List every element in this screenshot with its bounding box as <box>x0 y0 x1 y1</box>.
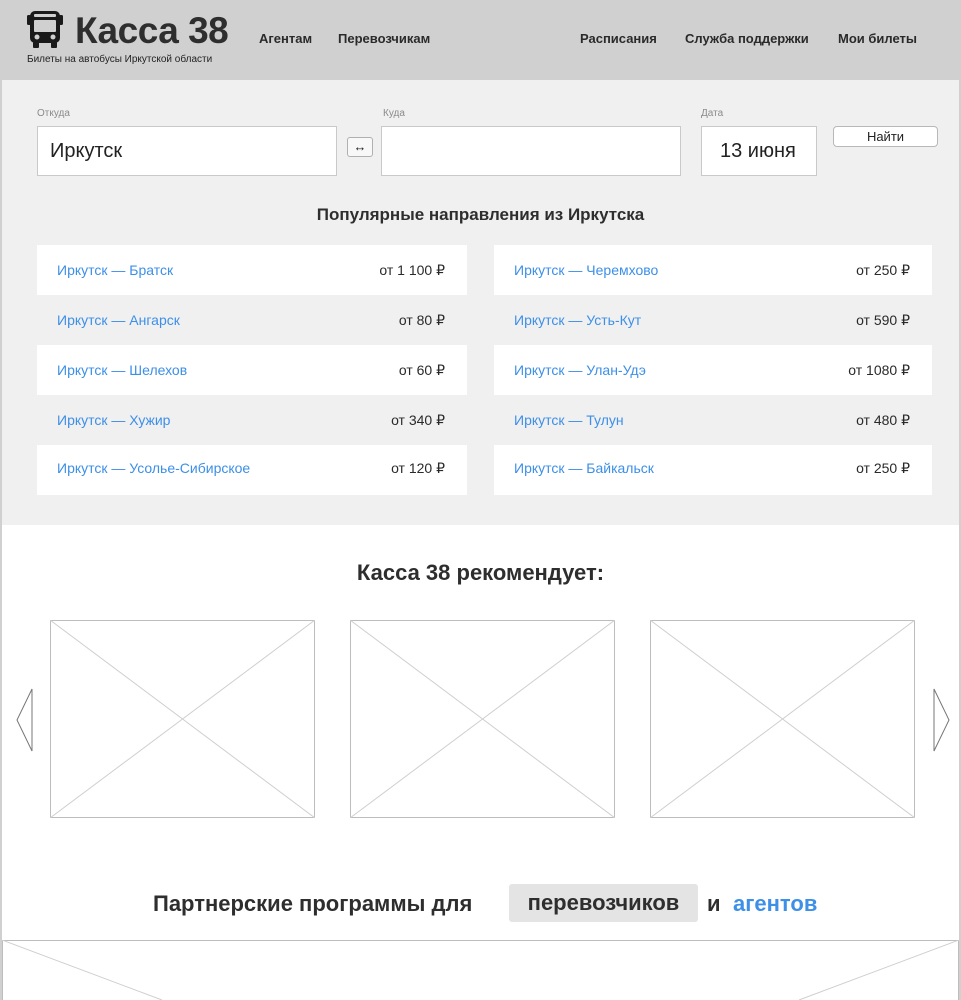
route-price: от 250 ₽ <box>856 262 910 278</box>
popular-title: Популярные направления из Иркутска <box>316 205 645 224</box>
route-price: от 1 100 ₽ <box>379 262 445 278</box>
to-input[interactable] <box>381 126 681 176</box>
date-label: Дата <box>701 108 724 119</box>
route-link[interactable]: Иркутск — Усолье-Сибирское <box>57 460 250 476</box>
partners-image <box>2 940 959 1000</box>
recommend-card-image[interactable] <box>50 620 315 818</box>
partners-heading: Партнерские программы для перевозчиков и… <box>0 884 961 922</box>
route-link[interactable]: Иркутск — Ангарск <box>57 312 180 328</box>
list-item[interactable]: Иркутск — Усолье-Сибирское от 120 ₽ <box>37 445 467 495</box>
route-link[interactable]: Иркутск — Братск <box>57 262 173 278</box>
list-item[interactable]: Иркутск — Братск от 1 100 ₽ <box>37 245 467 295</box>
partners-and: и <box>707 891 721 916</box>
nav-carriers[interactable]: Перевозчикам <box>338 31 430 47</box>
partners-text: Партнерские программы для <box>153 891 473 916</box>
partners-agents-link[interactable]: агентов <box>733 891 817 917</box>
list-item[interactable]: Иркутск — Ангарск от 80 ₽ <box>37 295 467 345</box>
route-price: от 1080 ₽ <box>848 362 910 378</box>
list-item[interactable]: Иркутск — Тулун от 480 ₽ <box>494 395 932 445</box>
site-subtitle: Билеты на автобусы Иркутской области <box>27 54 213 65</box>
route-link[interactable]: Иркутск — Хужир <box>57 412 170 428</box>
find-button[interactable]: Найти <box>833 126 938 147</box>
list-item[interactable]: Иркутск — Улан-Удэ от 1080 ₽ <box>494 345 932 395</box>
from-label: Откуда <box>37 108 70 119</box>
list-item[interactable]: Иркутск — Хужир от 340 ₽ <box>37 395 467 445</box>
swap-button[interactable]: ↔ <box>347 137 373 157</box>
recommend-card-image[interactable] <box>350 620 615 818</box>
nav-agents[interactable]: Агентам <box>259 31 312 47</box>
route-price: от 60 ₽ <box>398 362 445 378</box>
date-input[interactable]: 13 июня <box>701 126 817 176</box>
route-price: от 120 ₽ <box>391 460 445 476</box>
partners-carriers-tab[interactable]: перевозчиков <box>509 884 698 922</box>
bus-icon[interactable] <box>25 11 65 49</box>
carousel-next-icon[interactable] <box>932 688 950 752</box>
recommend-title: Касса 38 рекомендует: <box>356 560 605 585</box>
route-link[interactable]: Иркутск — Байкальск <box>514 460 654 476</box>
route-price: от 480 ₽ <box>856 412 910 428</box>
to-label: Куда <box>383 108 405 119</box>
search-section: Откуда Иркутск ↔ Куда Дата 13 июня Найти… <box>2 80 959 525</box>
route-link[interactable]: Иркутск — Улан-Удэ <box>514 362 646 378</box>
list-item[interactable]: Иркутск — Шелехов от 60 ₽ <box>37 345 467 395</box>
list-item[interactable]: Иркутск — Усть-Кут от 590 ₽ <box>494 295 932 345</box>
route-link[interactable]: Иркутск — Черемхово <box>514 262 658 278</box>
recommend-card-image[interactable] <box>650 620 915 818</box>
route-price: от 250 ₽ <box>856 460 910 476</box>
route-link[interactable]: Иркутск — Шелехов <box>57 362 187 378</box>
list-item[interactable]: Иркутск — Черемхово от 250 ₽ <box>494 245 932 295</box>
nav-my-tickets[interactable]: Мои билеты <box>838 31 917 47</box>
from-input[interactable]: Иркутск <box>37 126 337 176</box>
nav-support[interactable]: Служба поддержки <box>685 31 809 47</box>
site-title[interactable]: Касса 38 <box>75 9 229 53</box>
site-header: Касса 38 Билеты на автобусы Иркутской об… <box>0 0 961 80</box>
route-link[interactable]: Иркутск — Усть-Кут <box>514 312 641 328</box>
route-price: от 590 ₽ <box>856 312 910 328</box>
route-price: от 340 ₽ <box>391 412 445 428</box>
route-link[interactable]: Иркутск — Тулун <box>514 412 624 428</box>
list-item[interactable]: Иркутск — Байкальск от 250 ₽ <box>494 445 932 495</box>
nav-schedules[interactable]: Расписания <box>580 31 657 47</box>
carousel-prev-icon[interactable] <box>16 688 34 752</box>
route-price: от 80 ₽ <box>398 312 445 328</box>
